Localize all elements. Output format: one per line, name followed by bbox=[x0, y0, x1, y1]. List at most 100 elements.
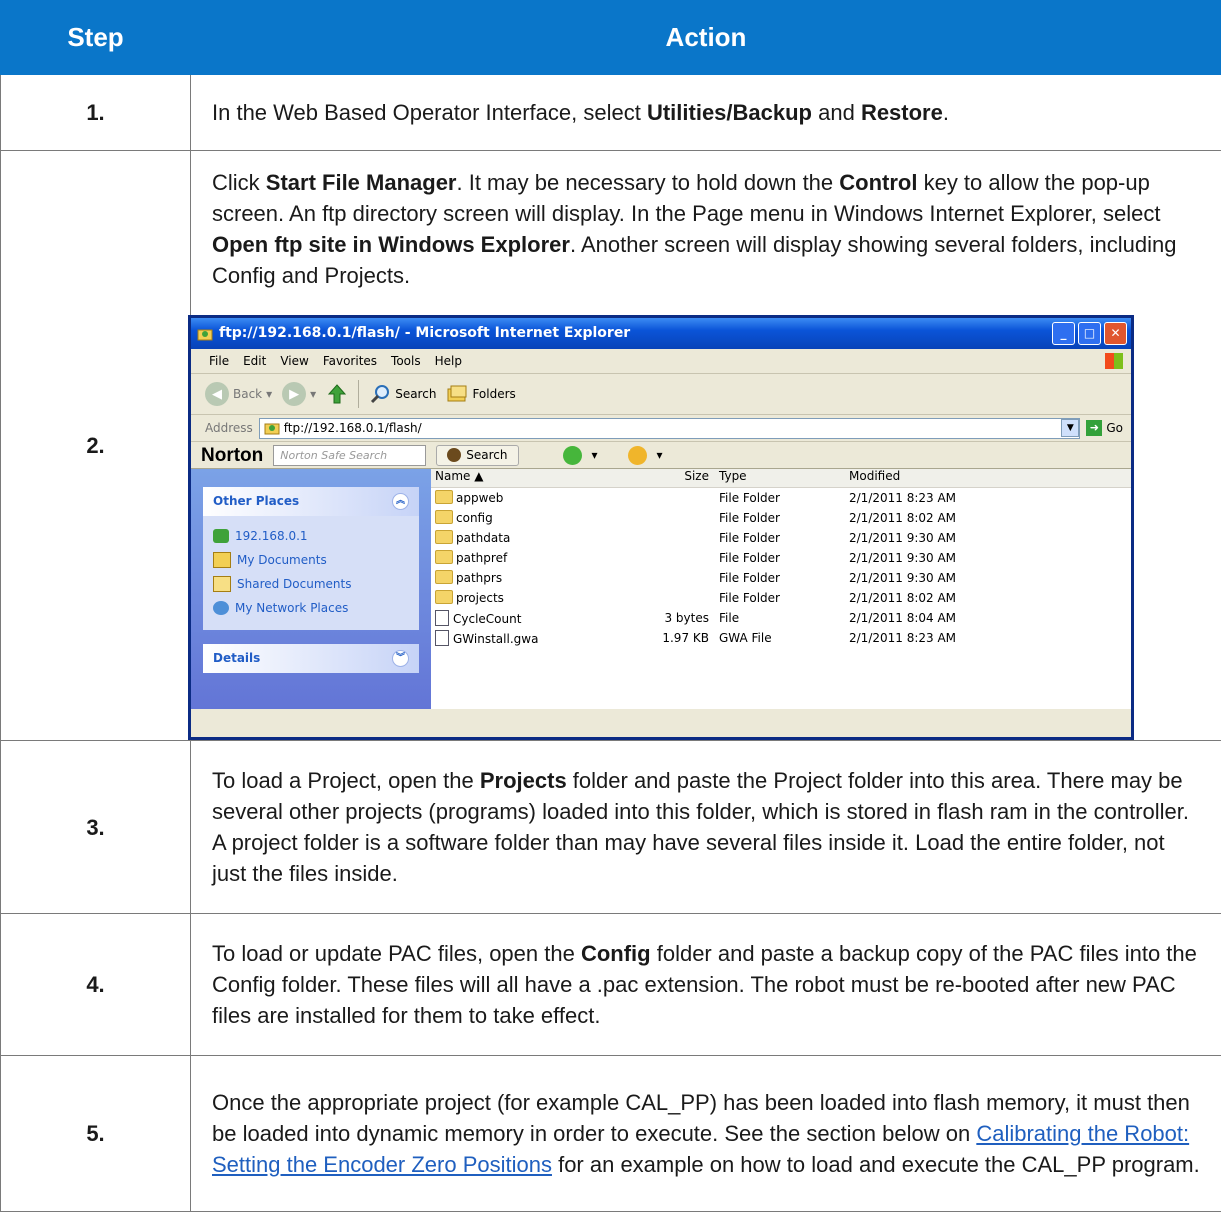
file-size-text: 3 bytes bbox=[664, 610, 709, 625]
step-row-5: 5. Once the appropriate project (for exa… bbox=[0, 1055, 1221, 1212]
file-name-text: appweb bbox=[456, 491, 504, 505]
address-label: Address bbox=[205, 420, 253, 435]
expand-chevron-icon[interactable]: ︾ bbox=[392, 650, 409, 667]
back-label: Back bbox=[233, 386, 263, 401]
file-row[interactable]: pathprs File Folder 2/1/2011 9:30 AM bbox=[431, 568, 1131, 588]
step-text: To load a Project, open the Projects fol… bbox=[190, 740, 1221, 914]
file-modified: 2/1/2011 8:02 AM bbox=[845, 591, 1035, 606]
file-modified: 2/1/2011 8:23 AM bbox=[845, 631, 1035, 646]
collapse-chevron-icon[interactable]: ︽ bbox=[392, 493, 409, 510]
name-column-header[interactable]: Name ▲ bbox=[431, 469, 607, 487]
file-list-header: Name ▲ Size Type Modified bbox=[431, 469, 1131, 488]
file-name: projects bbox=[431, 590, 607, 606]
norton-logo: Norton bbox=[201, 444, 264, 466]
file-row[interactable]: GWinstall.gwa 1.97 KB GWA File 2/1/2011 8:2… bbox=[431, 628, 1131, 648]
file-row[interactable]: config File Folder 2/1/2011 8:02 AM bbox=[431, 508, 1131, 528]
file-list: Name ▲ Size Type Modified appweb File Fol… bbox=[431, 469, 1131, 709]
step-row-3: 3. To load a Project, open the Projects … bbox=[0, 740, 1221, 914]
folder-icon bbox=[435, 590, 453, 604]
file-modified-text: 2/1/2011 8:23 AM bbox=[849, 630, 957, 645]
place-label: 192.168.0.1 bbox=[235, 528, 308, 543]
file-type-text: File Folder bbox=[719, 570, 780, 585]
details-header[interactable]: Details ︾ bbox=[203, 644, 419, 673]
file-name: CycleCount bbox=[431, 609, 607, 627]
other-places-panel: Other Places ︽ 192.168.0.1 My Documents … bbox=[203, 487, 419, 630]
text-run: . bbox=[942, 100, 949, 125]
file-type: File Folder bbox=[715, 551, 845, 566]
place-ftp-site[interactable]: 192.168.0.1 bbox=[213, 524, 409, 548]
window-title: ftp://192.168.0.1/flash/ - Microsoft Int… bbox=[219, 325, 631, 341]
step-column-header: Step bbox=[0, 0, 191, 75]
folders-label: Folders bbox=[472, 386, 516, 401]
file-size-text: 1.97 KB bbox=[662, 630, 709, 645]
bold-term: Config bbox=[580, 941, 651, 966]
ftp-site-icon bbox=[213, 529, 229, 543]
toolbar: ◀ Back ▾ ▶ ▾ Search Folders bbox=[191, 374, 1131, 415]
file-row[interactable]: pathpref File Folder 2/1/2011 9:30 AM bbox=[431, 548, 1131, 568]
menu-view[interactable]: View bbox=[280, 354, 308, 369]
file-row[interactable]: pathdata File Folder 2/1/2011 9:30 AM bbox=[431, 528, 1131, 548]
text-run: for an example on how to load and execut… bbox=[551, 1152, 1200, 1177]
text-run: To load or update PAC files, open the bbox=[212, 941, 581, 966]
bold-term: Control bbox=[839, 170, 918, 195]
maximize-icon[interactable]: □ bbox=[1078, 322, 1101, 345]
place-label: Shared Documents bbox=[237, 576, 352, 591]
up-folder-button[interactable] bbox=[326, 383, 348, 405]
place-shared-documents[interactable]: Shared Documents bbox=[213, 572, 409, 596]
size-column-header[interactable]: Size bbox=[607, 469, 715, 487]
file-modified-text: 2/1/2011 9:30 AM bbox=[849, 530, 957, 545]
up-arrow-icon bbox=[328, 384, 347, 404]
close-icon[interactable]: ✕ bbox=[1104, 322, 1127, 345]
folders-button[interactable]: Folders bbox=[446, 384, 516, 404]
ftp-folder-icon bbox=[197, 329, 213, 340]
modified-column-header[interactable]: Modified bbox=[845, 469, 1035, 487]
file-name: GWinstall.gwa bbox=[431, 629, 607, 647]
search-button[interactable]: Search bbox=[369, 383, 436, 405]
safe-check-icon[interactable] bbox=[562, 445, 582, 465]
menu-help[interactable]: Help bbox=[435, 354, 462, 369]
type-column-header[interactable]: Type bbox=[715, 469, 845, 487]
file-modified-text: 2/1/2011 9:30 AM bbox=[849, 550, 957, 565]
norton-search-icon bbox=[447, 448, 462, 462]
file-modified-text: 2/1/2011 8:23 AM bbox=[849, 490, 957, 505]
address-input[interactable]: ftp://192.168.0.1/flash/ ▼ bbox=[258, 417, 1081, 439]
file-modified: 2/1/2011 8:04 AM bbox=[845, 611, 1035, 626]
menu-tools[interactable]: Tools bbox=[391, 354, 421, 369]
file-name-text: pathprs bbox=[456, 571, 503, 585]
toolbar-separator bbox=[358, 380, 360, 408]
identity-lock-icon[interactable] bbox=[627, 445, 647, 465]
column-label: Name bbox=[435, 469, 471, 483]
place-label: My Network Places bbox=[235, 600, 349, 615]
menu-file[interactable]: File bbox=[209, 354, 229, 369]
back-button[interactable]: ◀ Back ▾ bbox=[205, 382, 272, 406]
windows-logo-icon bbox=[1105, 353, 1123, 369]
back-arrow-icon: ◀ bbox=[205, 382, 229, 406]
other-places-header[interactable]: Other Places ︽ bbox=[203, 487, 419, 516]
place-my-documents[interactable]: My Documents bbox=[213, 548, 409, 572]
menu-favorites[interactable]: Favorites bbox=[323, 354, 377, 369]
file-modified: 2/1/2011 8:02 AM bbox=[845, 511, 1035, 526]
details-panel: Details ︾ bbox=[203, 644, 419, 673]
file-row[interactable]: CycleCount 3 bytes File 2/1/2011 8:04 AM bbox=[431, 608, 1131, 628]
norton-search-input[interactable]: Norton Safe Search bbox=[273, 444, 427, 466]
place-my-network-places[interactable]: My Network Places bbox=[213, 596, 409, 620]
forward-button[interactable]: ▶ ▾ bbox=[282, 382, 316, 406]
norton-toolbar: Norton Norton Safe Search Search ▾ ▾ bbox=[191, 442, 1131, 469]
folder-icon bbox=[435, 570, 453, 584]
step-row-1: 1. In the Web Based Operator Interface, … bbox=[0, 74, 1221, 151]
step-text: In the Web Based Operator Interface, sel… bbox=[190, 74, 1221, 151]
file-row[interactable]: appweb File Folder 2/1/2011 8:23 AM bbox=[431, 488, 1131, 508]
ftp-site-icon bbox=[264, 423, 280, 435]
address-dropdown-icon[interactable]: ▼ bbox=[1061, 419, 1080, 437]
step-number: 1. bbox=[0, 74, 191, 151]
go-button[interactable]: ➜ Go bbox=[1086, 420, 1123, 436]
norton-search-button[interactable]: Search bbox=[436, 444, 519, 466]
minimize-icon[interactable]: _ bbox=[1052, 322, 1075, 345]
address-value: ftp://192.168.0.1/flash/ bbox=[283, 420, 422, 435]
file-type: File bbox=[715, 611, 845, 626]
text-run: Click bbox=[212, 170, 266, 195]
file-type: File Folder bbox=[715, 531, 845, 546]
task-pane: Other Places ︽ 192.168.0.1 My Documents … bbox=[191, 469, 431, 709]
file-row[interactable]: projects File Folder 2/1/2011 8:02 AM bbox=[431, 588, 1131, 608]
menu-edit[interactable]: Edit bbox=[243, 354, 266, 369]
